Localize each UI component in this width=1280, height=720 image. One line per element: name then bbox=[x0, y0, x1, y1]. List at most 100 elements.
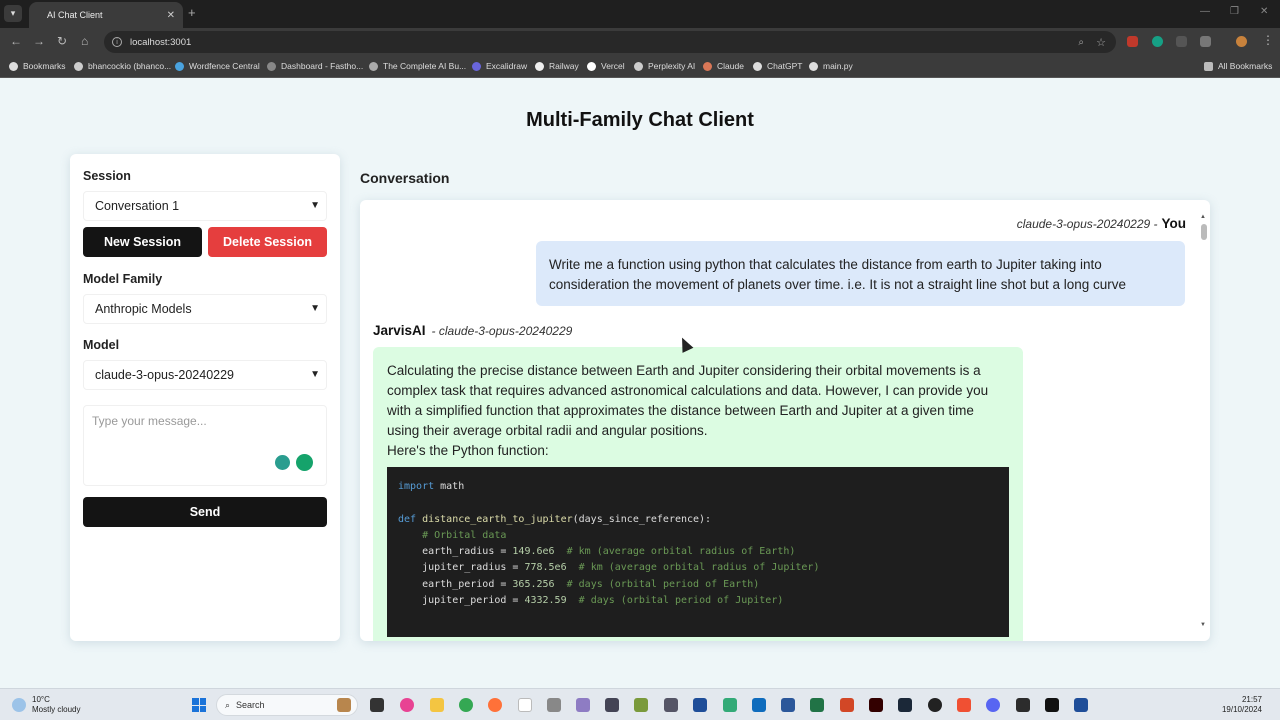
menu-icon[interactable]: ⋮ bbox=[1262, 33, 1274, 47]
bookmark-item[interactable]: ChatGPT bbox=[753, 61, 802, 71]
close-window-icon[interactable]: ✕ bbox=[1260, 6, 1268, 17]
extension-gray-icon[interactable] bbox=[1176, 36, 1187, 47]
start-icon[interactable] bbox=[192, 698, 206, 712]
user-message-meta: claude-3-opus-20240229 - You bbox=[1017, 216, 1186, 231]
assistant-message-model: - claude-3-opus-20240229 bbox=[431, 324, 573, 338]
app-blue-2-icon[interactable] bbox=[1074, 698, 1088, 712]
bookmark-item[interactable]: The Complete AI Bu... bbox=[369, 61, 466, 71]
message-input[interactable]: Type your message... bbox=[83, 405, 327, 486]
profile-avatar[interactable] bbox=[1236, 36, 1247, 47]
extensions-puzzle-icon[interactable] bbox=[1200, 36, 1211, 47]
bookmark-item[interactable]: main.py bbox=[809, 61, 853, 71]
bookmark-item[interactable]: Bookmarks bbox=[9, 61, 66, 71]
assistant-message-text: Calculating the precise distance between… bbox=[387, 363, 989, 438]
code-token: # Orbital data bbox=[422, 529, 507, 541]
powerpoint-icon[interactable] bbox=[840, 698, 854, 712]
copilot-icon[interactable] bbox=[400, 698, 414, 712]
forward-icon[interactable]: → bbox=[33, 34, 45, 48]
fasthosts-icon bbox=[267, 61, 276, 71]
chrome-icon[interactable] bbox=[459, 698, 473, 712]
bookmark-item[interactable]: bhancockio (bhanco... bbox=[74, 61, 171, 71]
chevron-down-icon: ▼ bbox=[310, 369, 320, 380]
new-session-button[interactable]: New Session bbox=[83, 227, 202, 257]
scroll-down-icon[interactable]: ▼ bbox=[1200, 622, 1206, 628]
code-token: 4332.59 bbox=[524, 595, 567, 607]
delete-session-button[interactable]: Delete Session bbox=[208, 227, 327, 257]
weather-widget[interactable]: 10°C Mostly cloudy bbox=[12, 695, 80, 715]
github-desktop-icon[interactable] bbox=[928, 698, 942, 712]
browser-toolbar: ← → ↻ ⌂ i localhost:3001 ⌕ ☆ ⋮ bbox=[0, 28, 1280, 56]
discord-icon[interactable] bbox=[986, 698, 1000, 712]
app-icon[interactable] bbox=[547, 698, 561, 712]
session-select-value: Conversation 1 bbox=[95, 199, 180, 213]
conversation-panel[interactable]: claude-3-opus-20240229 - You Write me a f… bbox=[360, 200, 1210, 641]
code-token: 778.5e6 bbox=[524, 562, 567, 574]
obsidian-icon[interactable] bbox=[576, 698, 590, 712]
grammarly-icon[interactable] bbox=[296, 454, 313, 471]
file-explorer-icon[interactable] bbox=[430, 698, 444, 712]
code-token: import bbox=[398, 481, 435, 492]
assistant-message-meta: JarvisAI - claude-3-opus-20240229 bbox=[373, 323, 572, 338]
bookmark-item[interactable]: Railway bbox=[535, 61, 579, 71]
edit-icon[interactable] bbox=[634, 698, 648, 712]
tab-search-dropdown[interactable]: ▾ bbox=[4, 5, 22, 22]
code-token: # days (orbital period of Jupiter) bbox=[578, 595, 784, 607]
code-token: distance_earth_to_jupiter bbox=[422, 513, 573, 525]
reload-icon[interactable]: ↻ bbox=[57, 34, 67, 48]
grammarly-bulb-icon[interactable] bbox=[275, 455, 290, 470]
home-icon[interactable]: ⌂ bbox=[81, 34, 88, 48]
grammarly-extension-icon[interactable] bbox=[1152, 36, 1163, 47]
word-icon[interactable] bbox=[781, 698, 795, 712]
new-tab-button[interactable]: + bbox=[188, 5, 196, 20]
maximize-icon[interactable]: ❐ bbox=[1230, 6, 1239, 17]
bookmark-item[interactable]: Perplexity AI bbox=[634, 61, 695, 71]
bookmark-item[interactable]: Vercel bbox=[587, 61, 625, 71]
session-select[interactable]: Conversation 1 ▼ bbox=[83, 191, 327, 221]
terminal-icon[interactable] bbox=[1016, 698, 1030, 712]
assistant-author: JarvisAI bbox=[373, 323, 426, 338]
git-icon[interactable] bbox=[957, 698, 971, 712]
taskbar-search-label: Search bbox=[236, 700, 265, 710]
back-icon[interactable]: ← bbox=[10, 34, 22, 48]
steam-icon[interactable] bbox=[898, 698, 912, 712]
app-dark-icon[interactable] bbox=[1045, 698, 1059, 712]
excel-icon[interactable] bbox=[810, 698, 824, 712]
site-info-icon[interactable]: i bbox=[112, 37, 122, 47]
task-view-icon[interactable] bbox=[370, 698, 384, 712]
code-token: # km (average orbital radius of Jupiter) bbox=[578, 562, 820, 574]
scroll-up-icon[interactable]: ▲ bbox=[1200, 214, 1206, 220]
code-token: math bbox=[434, 481, 465, 492]
network-icon[interactable] bbox=[664, 698, 678, 712]
bookmark-item[interactable]: Claude bbox=[703, 61, 744, 71]
model-family-select[interactable]: Anthropic Models ▼ bbox=[83, 294, 327, 324]
illustrator-icon[interactable] bbox=[869, 698, 883, 712]
bookmark-star-icon[interactable]: ☆ bbox=[1096, 36, 1106, 49]
browser-tab[interactable]: AI Chat Client ✕ bbox=[29, 2, 183, 28]
app-blue-icon[interactable] bbox=[693, 698, 707, 712]
all-bookmarks-button[interactable]: All Bookmarks bbox=[1204, 61, 1272, 71]
widget-icon[interactable] bbox=[337, 698, 351, 712]
firefox-icon[interactable] bbox=[488, 698, 502, 712]
minimize-icon[interactable]: — bbox=[1200, 6, 1210, 17]
bookmark-item[interactable]: Excalidraw bbox=[472, 61, 527, 71]
system-clock[interactable]: 21:57 19/10/2024 bbox=[1222, 695, 1262, 715]
cube-icon[interactable] bbox=[605, 698, 619, 712]
extension-red-icon[interactable] bbox=[1127, 36, 1138, 47]
address-bar[interactable]: i localhost:3001 ⌕ ☆ bbox=[104, 31, 1116, 53]
outlook-icon[interactable] bbox=[752, 698, 766, 712]
tab-close-icon[interactable]: ✕ bbox=[167, 10, 175, 21]
send-button[interactable]: Send bbox=[83, 497, 327, 527]
app-green-icon[interactable] bbox=[723, 698, 737, 712]
bookmark-item[interactable]: Dashboard - Fastho... bbox=[267, 61, 363, 71]
conversation-scrollbar[interactable]: ▲ ▼ bbox=[1200, 214, 1208, 628]
bookmark-item[interactable]: Wordfence Central bbox=[175, 61, 260, 71]
code-token: def bbox=[398, 513, 417, 525]
clock-date: 19/10/2024 bbox=[1221, 705, 1262, 714]
session-label: Session bbox=[83, 169, 131, 183]
zoom-icon[interactable]: ⌕ bbox=[1078, 37, 1084, 48]
model-select[interactable]: claude-3-opus-20240229 ▼ bbox=[83, 360, 327, 390]
code-token: earth_period = bbox=[422, 578, 513, 590]
globe-icon bbox=[809, 61, 818, 71]
scroll-thumb[interactable] bbox=[1201, 224, 1207, 240]
notepad-icon[interactable] bbox=[518, 698, 532, 712]
